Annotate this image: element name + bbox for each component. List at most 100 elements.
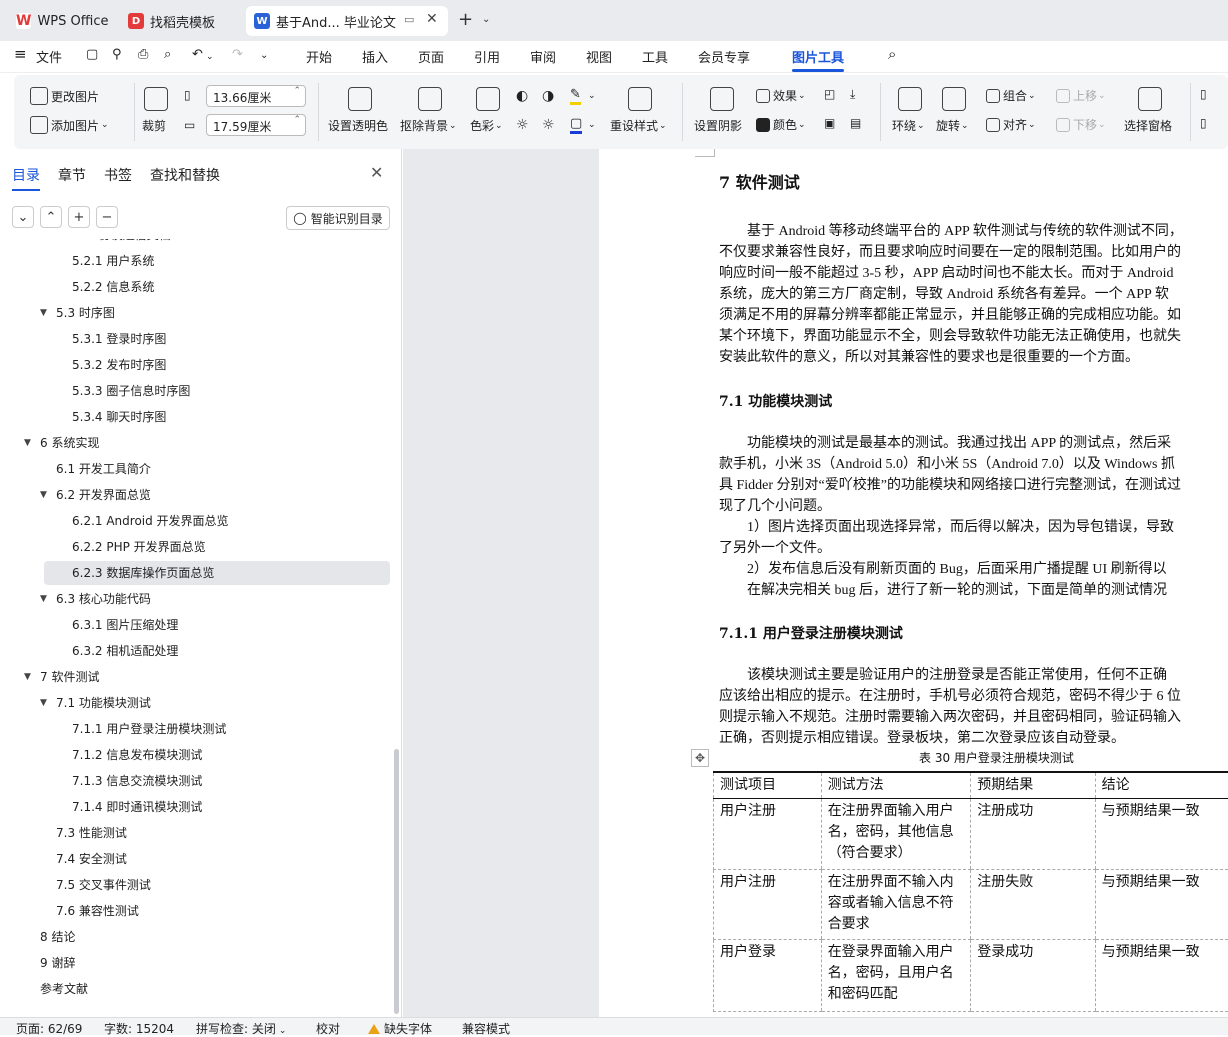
tab-docer-templates[interactable]: D 找稻壳模板 (120, 6, 240, 36)
rotate-button[interactable]: 旋转⌄ (936, 117, 969, 134)
expand-arrow-icon[interactable]: ▼ (40, 691, 47, 715)
word-count[interactable]: 字数: 15204 (104, 1020, 174, 1037)
undo-chevron-icon[interactable]: ⌄ (206, 52, 214, 62)
set-shadow-button[interactable]: 设置阴影 (694, 117, 742, 134)
menu-review[interactable]: 审阅 (530, 47, 556, 66)
new-tab-icon[interactable]: + (458, 9, 473, 30)
toc-item[interactable]: 6.1 开发工具简介 (44, 457, 390, 481)
wrap-button[interactable]: 环绕⌄ (892, 117, 925, 134)
expand-arrow-icon[interactable]: ▼ (24, 665, 31, 689)
remove-background-button[interactable]: 抠除背景⌄ (400, 117, 457, 134)
width-input[interactable]: 13.66厘米 (206, 85, 306, 107)
toc-item[interactable]: ▼7.1 功能模块测试 (44, 691, 390, 715)
selection-pane-button[interactable]: 选择窗格 (1124, 117, 1172, 134)
toc-item[interactable]: 6.2.3 数据库操作页面总览 (44, 561, 390, 585)
toc-item[interactable]: ▼5.3 时序图 (44, 301, 390, 325)
menu-picture-tools[interactable]: 图片工具 (792, 47, 844, 66)
border-chevron-icon[interactable]: ⌄ (588, 120, 596, 130)
change-image-button[interactable]: 更改图片 (30, 87, 99, 105)
menu-home[interactable]: 开始 (306, 47, 332, 66)
toc-item[interactable]: 5.3.1 登录时序图 (44, 327, 390, 351)
tab-find-replace[interactable]: 查找和替换 (150, 165, 220, 185)
layout-icon[interactable]: ▣ (824, 116, 835, 130)
expand-arrow-icon[interactable]: ▼ (40, 587, 47, 611)
hamburger-icon[interactable]: ≡ (14, 45, 27, 63)
bring-up-button[interactable]: 上移⌄ (1056, 87, 1106, 104)
toc-item[interactable]: 7.1.3 信息交流模块测试 (44, 769, 390, 793)
send-down-button[interactable]: 下移⌄ (1056, 116, 1106, 133)
toc-item[interactable]: ▼6.3 核心功能代码 (44, 587, 390, 611)
toc-item[interactable]: 9 谢辞 (44, 951, 390, 975)
toc-item[interactable]: 5.3.3 圈子信息时序图 (44, 379, 390, 403)
toc-item[interactable]: 7.4 安全测试 (44, 847, 390, 871)
expand-arrow-icon[interactable]: ▼ (40, 483, 47, 507)
redo-icon[interactable]: ↷ (232, 47, 243, 62)
compress-icon[interactable]: ▤ (850, 116, 861, 130)
toc-item[interactable]: 5.2.1 用户系统 (44, 249, 390, 273)
brightness-increase-icon[interactable]: ☼ (516, 117, 529, 133)
toc-item[interactable]: 7.1.4 即时通讯模块测试 (44, 795, 390, 819)
spell-check-toggle[interactable]: 拼写检查: 关闭⌄ (196, 1020, 286, 1037)
tab-bookmarks[interactable]: 书签 (104, 165, 132, 185)
share-icon[interactable]: ⚲ (112, 47, 122, 62)
collapse-all-button[interactable]: ⌄ (12, 206, 34, 228)
close-tab-icon[interactable]: ✕ (426, 11, 438, 27)
menu-tools[interactable]: 工具 (642, 47, 668, 66)
tab-toc[interactable]: 目录 (12, 165, 40, 185)
expand-arrow-icon[interactable]: ▼ (40, 301, 47, 325)
close-panel-icon[interactable]: ✕ (370, 163, 383, 182)
print-icon[interactable]: ⎙ (138, 47, 148, 62)
color-button[interactable]: 色彩⌄ (470, 117, 503, 134)
toc-item[interactable]: 7.5 交叉事件测试 (44, 873, 390, 897)
menu-member[interactable]: 会员专享 (698, 47, 750, 66)
toc-item[interactable]: 5.2.2 信息系统 (44, 275, 390, 299)
missing-font-button[interactable]: 缺失字体 (368, 1020, 432, 1037)
toc-item[interactable]: 5.3.4 聊天时序图 (44, 405, 390, 429)
download-icon[interactable]: ⤓ (850, 87, 855, 102)
crop-button[interactable]: 裁剪 (142, 117, 166, 134)
size-fit-icon[interactable]: ◰ (824, 87, 835, 101)
highlight-chevron-icon[interactable]: ⌄ (588, 91, 596, 101)
align-button[interactable]: 对齐⌄ (986, 116, 1036, 133)
effect-button[interactable]: 效果⌄ (756, 87, 806, 104)
page-indicator[interactable]: 页面: 62/69 (16, 1020, 82, 1037)
contrast-increase-icon[interactable]: ◐ (516, 88, 528, 104)
menu-page[interactable]: 页面 (418, 47, 444, 66)
toc-item[interactable]: 6.3.2 相机适配处理 (44, 639, 390, 663)
toc-item[interactable]: ▼6 系统实现 (44, 431, 390, 455)
add-image-button[interactable]: 添加图片⌄ (30, 116, 109, 134)
add-heading-button[interactable]: + (68, 206, 90, 228)
toc-item[interactable]: 7.1.1 用户登录注册模块测试 (44, 717, 390, 741)
toc-item[interactable]: ▼5.2 CS 协议通信文档 (44, 239, 390, 247)
expand-arrow-icon[interactable]: ▼ (24, 431, 31, 455)
group-button[interactable]: 组合⌄ (986, 87, 1036, 104)
undo-icon[interactable]: ↶ (192, 47, 203, 62)
toc-item[interactable]: 7.1.2 信息发布模块测试 (44, 743, 390, 767)
tab-wps-office[interactable]: W WPS Office (8, 6, 114, 36)
toc-item[interactable]: 6.2.2 PHP 开发界面总览 (44, 535, 390, 559)
more-chevron-icon[interactable]: ⌄ (260, 50, 268, 61)
menu-file[interactable]: 文件 (36, 47, 62, 66)
save-icon[interactable]: ▢ (86, 47, 98, 62)
toc-item[interactable]: 7.6 兼容性测试 (44, 899, 390, 923)
fill-color-button[interactable]: 颜色⌄ (756, 116, 806, 133)
contrast-decrease-icon[interactable]: ◑ (542, 88, 554, 104)
toc-item[interactable]: 6.2.1 Android 开发界面总览 (44, 509, 390, 533)
tab-chapters[interactable]: 章节 (58, 165, 86, 185)
proofread-button[interactable]: 校对 (316, 1020, 340, 1037)
smart-toc-button[interactable]: ◯智能识别目录 (286, 206, 390, 230)
toc-scrollbar[interactable] (394, 749, 399, 1014)
expand-up-button[interactable]: ⌃ (40, 206, 62, 228)
expand-arrow-icon[interactable]: ▼ (40, 239, 47, 247)
menu-view[interactable]: 视图 (586, 47, 612, 66)
toc-item[interactable]: 8 结论 (44, 925, 390, 949)
toc-item[interactable]: ▼7 软件测试 (44, 665, 390, 689)
toc-item[interactable]: 5.3.2 发布时序图 (44, 353, 390, 377)
height-input[interactable]: 17.59厘米 (206, 114, 306, 136)
toc-item[interactable]: 7.3 性能测试 (44, 821, 390, 845)
remove-heading-button[interactable]: − (96, 206, 118, 228)
toc-item[interactable]: 参考文献 (44, 977, 390, 1001)
window-mode-icon[interactable]: ▭ (404, 13, 414, 26)
tab-list-chevron-icon[interactable]: ⌄ (482, 14, 490, 25)
toc-item[interactable]: 6.3.1 图片压缩处理 (44, 613, 390, 637)
